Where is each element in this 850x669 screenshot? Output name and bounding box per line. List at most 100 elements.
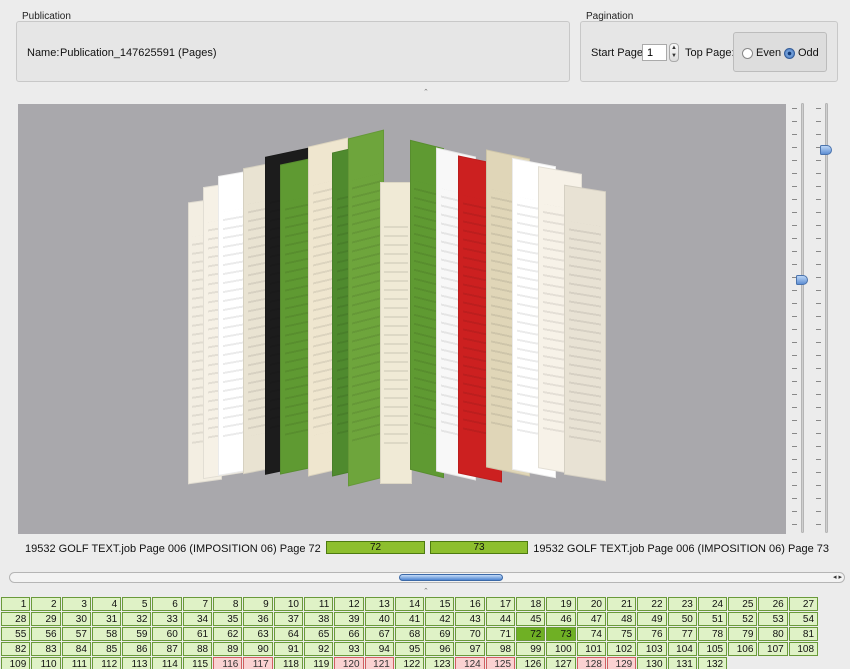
page-cell[interactable]: 110 bbox=[31, 657, 61, 669]
page-cell[interactable]: 126 bbox=[516, 657, 546, 669]
page-cell[interactable]: 124 bbox=[455, 657, 485, 669]
page-cell[interactable]: 90 bbox=[243, 642, 273, 657]
angle-slider-thumb[interactable] bbox=[796, 275, 808, 285]
page-cell[interactable]: 1 bbox=[1, 597, 31, 612]
stepper-up-icon[interactable]: ▲ bbox=[671, 45, 677, 51]
page-cell[interactable]: 58 bbox=[91, 627, 122, 642]
page-cell[interactable]: 36 bbox=[243, 612, 273, 627]
page-cell[interactable]: 92 bbox=[303, 642, 334, 657]
page-cell[interactable]: 80 bbox=[758, 627, 788, 642]
page-cell[interactable]: 130 bbox=[637, 657, 667, 669]
page-cell[interactable]: 12 bbox=[334, 597, 364, 612]
page-cell[interactable]: 113 bbox=[122, 657, 152, 669]
page-cell[interactable]: 99 bbox=[516, 642, 546, 657]
page-cell[interactable]: 114 bbox=[152, 657, 182, 669]
page-cell[interactable]: 24 bbox=[697, 597, 728, 612]
page-cell[interactable]: 131 bbox=[667, 657, 697, 669]
page-cell[interactable]: 13 bbox=[364, 597, 394, 612]
page-cell[interactable]: 108 bbox=[788, 642, 819, 657]
page-cell[interactable]: 119 bbox=[303, 657, 334, 669]
page-cell[interactable]: 14 bbox=[394, 597, 425, 612]
page-cell[interactable]: 94 bbox=[364, 642, 394, 657]
page-cell[interactable]: 53 bbox=[758, 612, 788, 627]
page-cell[interactable]: 15 bbox=[425, 597, 455, 612]
page-cell[interactable]: 56 bbox=[31, 627, 61, 642]
zoom-slider[interactable] bbox=[825, 103, 828, 533]
page-cell[interactable]: 7 bbox=[182, 597, 213, 612]
angle-slider[interactable] bbox=[801, 103, 804, 533]
page-cell[interactable]: 35 bbox=[213, 612, 243, 627]
splitter-grip-bottom[interactable]: ⌃ bbox=[423, 587, 429, 595]
stepper-down-icon[interactable]: ▼ bbox=[671, 53, 677, 59]
page-cell[interactable]: 95 bbox=[394, 642, 425, 657]
page-cell[interactable]: 111 bbox=[61, 657, 91, 669]
page-cell[interactable]: 129 bbox=[606, 657, 637, 669]
page-cell[interactable]: 120 bbox=[334, 657, 364, 669]
radio-even-icon[interactable] bbox=[742, 47, 753, 59]
page-cell[interactable]: 84 bbox=[61, 642, 91, 657]
page-cell[interactable]: 70 bbox=[455, 627, 485, 642]
page-cell[interactable]: 100 bbox=[546, 642, 576, 657]
radio-odd-icon[interactable] bbox=[784, 47, 795, 59]
page-cell[interactable]: 89 bbox=[213, 642, 243, 657]
page-cell[interactable]: 104 bbox=[667, 642, 697, 657]
page-cell[interactable]: 11 bbox=[303, 597, 334, 612]
page-cell[interactable]: 79 bbox=[728, 627, 758, 642]
book-flip-viewer[interactable] bbox=[18, 104, 786, 534]
start-page-stepper[interactable]: ▲ ▼ bbox=[669, 43, 679, 62]
page-cell[interactable]: 67 bbox=[364, 627, 394, 642]
page-cell[interactable]: 63 bbox=[243, 627, 273, 642]
page-cell[interactable]: 30 bbox=[61, 612, 91, 627]
page-cell[interactable]: 47 bbox=[576, 612, 606, 627]
page-cell[interactable]: 81 bbox=[788, 627, 819, 642]
page-cell[interactable]: 26 bbox=[758, 597, 788, 612]
left-page-indicator[interactable]: 72 bbox=[326, 541, 425, 554]
start-page-input[interactable] bbox=[642, 44, 667, 61]
page-cell[interactable]: 54 bbox=[788, 612, 819, 627]
right-page-indicator[interactable]: 73 bbox=[430, 541, 528, 554]
page-cell[interactable]: 72 bbox=[516, 627, 546, 642]
page-cell[interactable]: 44 bbox=[485, 612, 516, 627]
page-cell[interactable]: 46 bbox=[546, 612, 576, 627]
page-cell[interactable]: 68 bbox=[394, 627, 425, 642]
page-cell[interactable]: 107 bbox=[758, 642, 788, 657]
page-cell[interactable]: 61 bbox=[182, 627, 213, 642]
page-cell[interactable]: 77 bbox=[667, 627, 697, 642]
page-cell[interactable]: 82 bbox=[1, 642, 31, 657]
page-cell[interactable]: 93 bbox=[334, 642, 364, 657]
page-cell[interactable]: 103 bbox=[637, 642, 667, 657]
page-cell[interactable]: 10 bbox=[273, 597, 303, 612]
page-cell[interactable]: 88 bbox=[182, 642, 213, 657]
page-cell[interactable]: 32 bbox=[122, 612, 152, 627]
page-cell[interactable]: 49 bbox=[637, 612, 667, 627]
page-cell[interactable]: 17 bbox=[485, 597, 516, 612]
page-cell[interactable]: 97 bbox=[455, 642, 485, 657]
page-cell[interactable]: 66 bbox=[334, 627, 364, 642]
horizontal-scrollbar-thumb[interactable] bbox=[399, 574, 503, 581]
even-label[interactable]: Even bbox=[756, 47, 781, 59]
page-cell[interactable]: 75 bbox=[606, 627, 637, 642]
page-cell[interactable]: 50 bbox=[667, 612, 697, 627]
zoom-slider-thumb[interactable] bbox=[820, 145, 832, 155]
page-cell[interactable]: 64 bbox=[273, 627, 303, 642]
page-cell[interactable]: 3 bbox=[61, 597, 91, 612]
page-cell[interactable]: 62 bbox=[213, 627, 243, 642]
page-cell[interactable]: 55 bbox=[1, 627, 31, 642]
page-cell[interactable]: 128 bbox=[576, 657, 606, 669]
page-cell[interactable]: 4 bbox=[91, 597, 122, 612]
page-cell[interactable]: 18 bbox=[516, 597, 546, 612]
horizontal-scrollbar[interactable]: ◂ ▸ bbox=[9, 572, 845, 583]
page-cell[interactable]: 33 bbox=[152, 612, 182, 627]
page-cell[interactable]: 59 bbox=[122, 627, 152, 642]
page-cell[interactable]: 76 bbox=[637, 627, 667, 642]
page-cell[interactable]: 27 bbox=[788, 597, 819, 612]
page-cell[interactable]: 29 bbox=[31, 612, 61, 627]
page-cell[interactable]: 43 bbox=[455, 612, 485, 627]
page-cell[interactable]: 91 bbox=[273, 642, 303, 657]
page-cell[interactable]: 117 bbox=[243, 657, 273, 669]
page-cell[interactable]: 96 bbox=[425, 642, 455, 657]
page-cell[interactable]: 112 bbox=[91, 657, 122, 669]
page-cell[interactable]: 78 bbox=[697, 627, 728, 642]
even-radio[interactable]: Even bbox=[742, 47, 781, 59]
page-cell[interactable]: 60 bbox=[152, 627, 182, 642]
